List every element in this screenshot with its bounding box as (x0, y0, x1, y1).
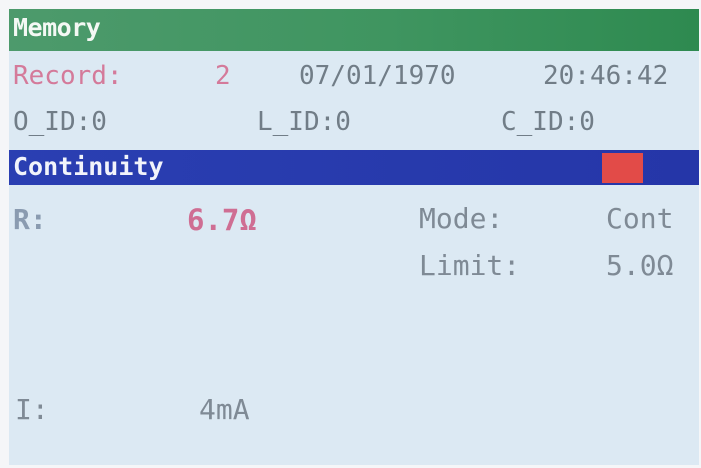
l-id: L_ID:0 (257, 107, 351, 137)
limit-label: Limit: (419, 249, 521, 282)
current-label: I: (15, 393, 49, 426)
o-id: O_ID:0 (13, 107, 107, 137)
resistance-label: R: (13, 203, 47, 236)
id-row: O_ID:0 L_ID:0 C_ID:0 (9, 101, 699, 145)
record-label: Record: (13, 61, 123, 91)
test-type-bar: Continuity (9, 150, 699, 185)
device-frame: Memory Record: 2 07/01/1970 20:46:42 O_I… (0, 0, 701, 468)
current-value: 4mA (199, 393, 250, 426)
record-time: 20:46:42 (543, 61, 669, 91)
title-bar: Memory (9, 9, 699, 51)
c-id: C_ID:0 (501, 107, 595, 137)
screen-title: Memory (13, 13, 101, 42)
limit-value: 5.0Ω (606, 249, 674, 282)
status-square-icon (602, 153, 643, 183)
test-type-title: Continuity (13, 152, 164, 181)
resistance-value: 6.7Ω (187, 203, 257, 237)
record-row: Record: 2 07/01/1970 20:46:42 (9, 55, 699, 99)
lcd-screen: Memory Record: 2 07/01/1970 20:46:42 O_I… (9, 9, 699, 465)
mode-value: Cont (606, 202, 674, 235)
record-date: 07/01/1970 (299, 61, 456, 91)
record-number: 2 (215, 61, 231, 91)
mode-label: Mode: (419, 202, 504, 235)
